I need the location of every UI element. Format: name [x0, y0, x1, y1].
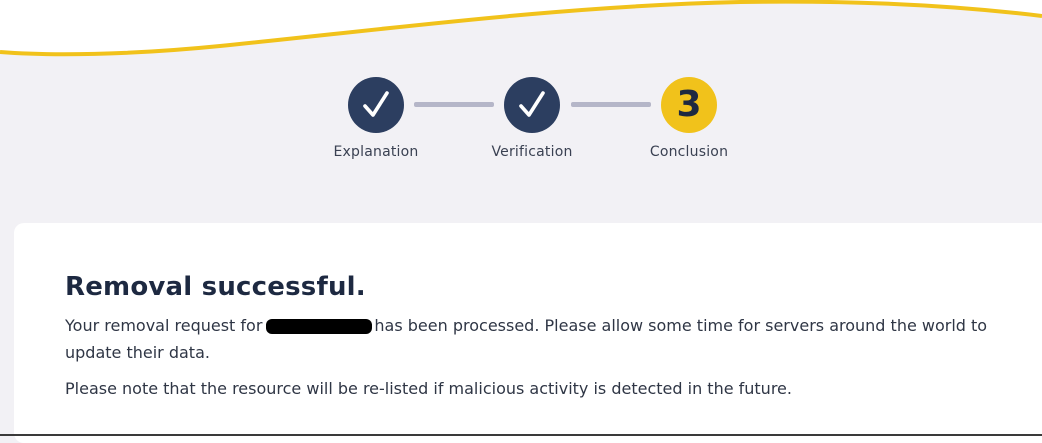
step-verification: Verification [472, 77, 592, 160]
step-2-circle [504, 77, 560, 133]
result-title: Removal successful. [65, 272, 366, 302]
step-conclusion: 3 Conclusion [629, 77, 749, 160]
result-card: Removal successful. Your removal request… [14, 223, 1042, 443]
relisting-note: Please note that the resource will be re… [65, 379, 792, 398]
result-message: Your removal request for has been process… [65, 312, 995, 366]
progress-stepper: Explanation Verification 3 Conclusion [0, 0, 1042, 200]
checkmark-icon [363, 91, 389, 117]
step-1-label: Explanation [333, 144, 419, 160]
checkmark-icon [519, 91, 545, 117]
step-1-circle [348, 77, 404, 133]
step-3-circle: 3 [661, 77, 717, 133]
step-2-label: Verification [491, 144, 573, 160]
step-explanation: Explanation [316, 77, 436, 160]
message-text-before: Your removal request for [65, 316, 263, 335]
step-3-number: 3 [676, 84, 702, 125]
step-3-label: Conclusion [649, 144, 729, 160]
redacted-resource [266, 319, 373, 334]
